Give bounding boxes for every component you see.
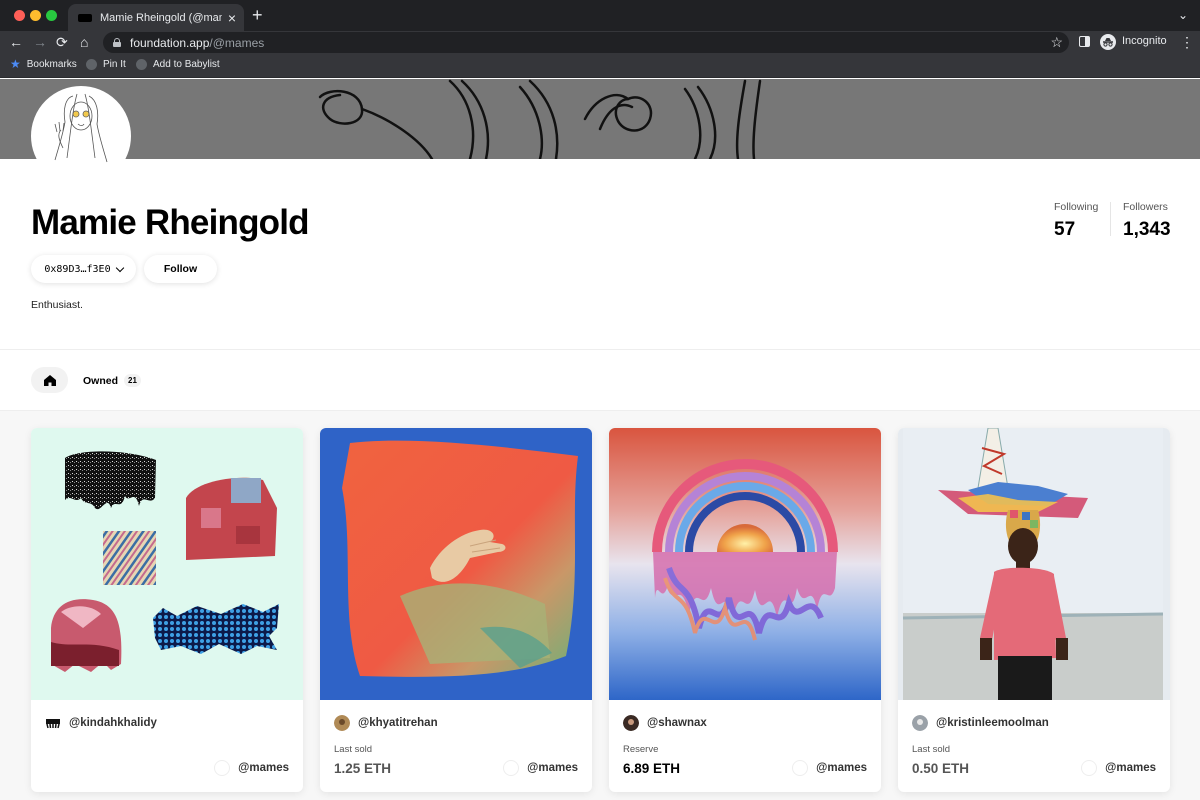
side-panel-icon[interactable]: [1079, 36, 1090, 47]
owner-handle: @mames: [816, 762, 867, 774]
artwork-image: [898, 428, 1170, 700]
creator-avatar: [334, 715, 350, 731]
artwork-image: [31, 428, 303, 700]
price-value: 1.25 ETH: [334, 761, 392, 776]
tab-home[interactable]: [31, 367, 68, 393]
bookmark-star-icon[interactable]: ☆: [1050, 33, 1063, 51]
artwork-card[interactable]: @kristinleemoolman Last sold 0.50 ETH @m…: [898, 428, 1170, 792]
bookmark-item-bookmarks[interactable]: ★ Bookmarks: [10, 57, 77, 71]
tab-owned[interactable]: Owned 21: [83, 374, 141, 387]
back-icon[interactable]: ←: [9, 33, 23, 51]
profile-name: Mamie Rheingold: [31, 203, 310, 242]
profile-bio: Enthusiast.: [31, 299, 83, 311]
bookmark-label: Bookmarks: [26, 59, 77, 70]
browser-toolbar: ← → ⟳ ⌂ foundation.app /@mames ☆ Incogni…: [0, 31, 1200, 54]
artwork-card[interactable]: @khyatitrehan Last sold 1.25 ETH @mames: [320, 428, 592, 792]
creator-handle: @kindahkhalidy: [69, 717, 157, 729]
bookmark-item-babylist[interactable]: Add to Babylist: [136, 59, 220, 70]
url-path: /@mames: [209, 35, 265, 50]
price-label: Reserve: [623, 744, 659, 755]
price-label: Last sold: [912, 744, 951, 755]
tab-close-icon[interactable]: ×: [228, 11, 236, 25]
bookmark-label: Pin It: [103, 59, 126, 70]
creator-avatar: [912, 715, 928, 731]
price-value: 0.50 ETH: [912, 761, 970, 776]
lock-icon: [113, 38, 121, 47]
incognito-icon[interactable]: [1100, 34, 1116, 50]
following-label: Following: [1054, 201, 1099, 213]
url-host: foundation.app: [130, 35, 210, 50]
browser-tab-active[interactable]: Mamie Rheingold (@mames) | F ×: [68, 4, 244, 31]
maximize-window-button[interactable]: [46, 10, 57, 21]
divider: [0, 349, 1200, 350]
creator-link[interactable]: @kindahkhalidy: [45, 715, 157, 731]
wallet-address-dropdown[interactable]: 0x89D3…f3E0: [31, 255, 136, 283]
creator-handle: @khyatitrehan: [358, 717, 438, 729]
creator-avatar: [623, 715, 639, 731]
foundation-favicon-icon: [78, 13, 92, 22]
bookmark-item-pin-it[interactable]: Pin It: [86, 59, 126, 70]
bookmark-label: Add to Babylist: [153, 59, 220, 70]
price-value: 6.89 ETH: [623, 761, 681, 776]
owned-tab-label: Owned: [83, 374, 119, 387]
home-icon[interactable]: ⌂: [80, 33, 88, 51]
creator-avatar: [46, 719, 60, 729]
followers-count: 1,343: [1123, 219, 1171, 240]
followers-label: Followers: [1123, 201, 1168, 213]
artwork-card[interactable]: @shawnax Reserve 6.89 ETH @mames: [609, 428, 881, 792]
tab-title: Mamie Rheingold (@mames) | F: [100, 11, 222, 24]
address-bar[interactable]: foundation.app /@mames ☆: [103, 32, 1069, 53]
owner-avatar: [792, 760, 809, 776]
follow-button[interactable]: Follow: [144, 255, 217, 283]
price-label: Last sold: [334, 744, 373, 755]
followers-stat[interactable]: Followers 1,343: [1123, 201, 1171, 241]
reload-icon[interactable]: ⟳: [56, 33, 68, 51]
profile-avatar: [31, 86, 131, 186]
wallet-address: 0x89D3…f3E0: [44, 263, 111, 275]
menu-kebab-icon[interactable]: ⋮: [1180, 33, 1194, 51]
owner-link[interactable]: @mames: [503, 760, 578, 776]
owner-avatar: [1081, 760, 1098, 776]
owner-handle: @mames: [238, 762, 289, 774]
new-tab-button[interactable]: +: [252, 6, 263, 24]
owned-count-badge: 21: [124, 374, 141, 387]
minimize-window-button[interactable]: [30, 10, 41, 21]
owner-link[interactable]: @mames: [214, 760, 289, 776]
globe-icon: [136, 59, 147, 70]
tab-search-icon[interactable]: ⌄: [1178, 8, 1188, 22]
close-window-button[interactable]: [14, 10, 25, 21]
artwork-image: [320, 428, 592, 700]
incognito-label: Incognito: [1122, 35, 1167, 47]
forward-icon[interactable]: →: [33, 33, 47, 51]
chevron-down-icon: [115, 263, 124, 272]
stats-divider: [1110, 202, 1111, 236]
bookmarks-bar: ★ Bookmarks Pin It Add to Babylist: [0, 54, 1200, 78]
globe-icon: [86, 59, 97, 70]
owner-avatar: [503, 760, 520, 776]
following-count: 57: [1054, 219, 1076, 240]
owner-avatar: [214, 760, 231, 776]
creator-link[interactable]: @kristinleemoolman: [912, 715, 1049, 731]
creator-handle: @kristinleemoolman: [936, 717, 1049, 729]
creator-handle: @shawnax: [647, 717, 707, 729]
owner-link[interactable]: @mames: [792, 760, 867, 776]
owner-handle: @mames: [527, 762, 578, 774]
bookmarks-star-icon: ★: [10, 57, 21, 71]
browser-tab-bar: Mamie Rheingold (@mames) | F × + ⌄: [0, 0, 1200, 31]
following-stat[interactable]: Following 57: [1054, 201, 1098, 241]
profile-cover-image: [0, 79, 1200, 159]
artwork-image: [609, 428, 881, 700]
creator-link[interactable]: @shawnax: [623, 715, 707, 731]
owner-link[interactable]: @mames: [1081, 760, 1156, 776]
artwork-card[interactable]: @kindahkhalidy @mames: [31, 428, 303, 792]
creator-link[interactable]: @khyatitrehan: [334, 715, 438, 731]
owner-handle: @mames: [1105, 762, 1156, 774]
home-icon: [43, 374, 56, 386]
